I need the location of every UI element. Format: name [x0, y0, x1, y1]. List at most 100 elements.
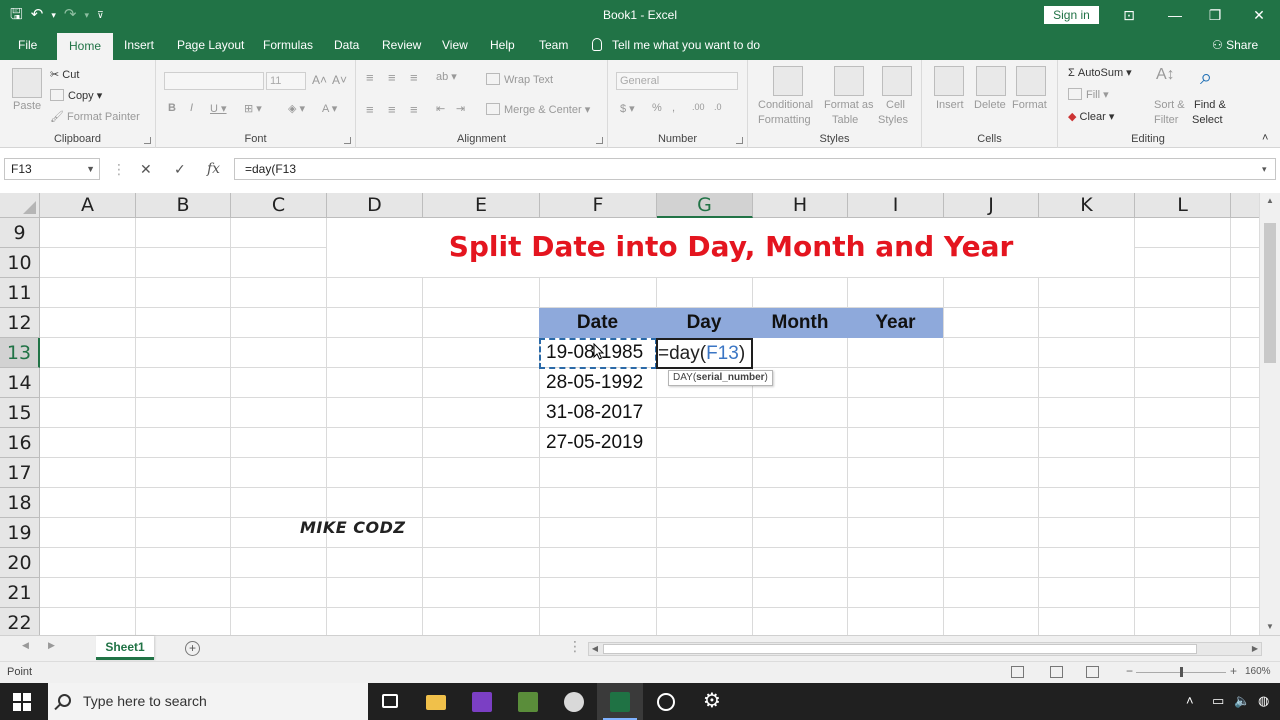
insert-cells-button[interactable]: Insert [936, 99, 964, 111]
customize-qat-icon[interactable]: ⊽ [97, 4, 104, 26]
shrink-font-icon[interactable]: A˅ [332, 73, 347, 87]
paint-app-icon[interactable] [551, 683, 597, 720]
row-header[interactable]: 17 [0, 458, 40, 488]
middle-align-icon[interactable]: ≡ [388, 70, 396, 85]
prev-sheet-icon[interactable]: ◀ [22, 640, 29, 651]
redo-dropdown-icon[interactable]: ▾ [84, 4, 89, 26]
sign-in-button[interactable]: Sign in [1044, 6, 1099, 24]
undo-dropdown-icon[interactable]: ▾ [51, 4, 56, 26]
format-cells-icon[interactable] [1016, 66, 1046, 96]
scroll-right-icon[interactable]: ▶ [1249, 643, 1261, 655]
sort-filter-icon[interactable]: A↕ [1156, 66, 1175, 84]
worksheet-grid[interactable]: A B C D E F G H I J K L 9 10 11 12 13 14… [0, 193, 1259, 635]
tab-review[interactable]: Review [382, 31, 421, 60]
undo-icon[interactable]: ↶ [31, 4, 44, 26]
tab-help[interactable]: Help [490, 31, 515, 60]
clipboard-launcher-icon[interactable] [144, 137, 151, 144]
column-header[interactable]: A [40, 193, 136, 218]
row-header[interactable]: 14 [0, 368, 40, 398]
file-explorer-icon[interactable] [413, 683, 459, 720]
row-header[interactable]: 22 [0, 608, 40, 635]
tab-home[interactable]: Home [57, 33, 114, 60]
next-sheet-icon[interactable]: ▶ [48, 640, 55, 651]
column-header[interactable]: E [423, 193, 540, 218]
zoom-slider-knob[interactable] [1180, 667, 1183, 677]
row-header[interactable]: 12 [0, 308, 40, 338]
percent-style-icon[interactable]: % [652, 102, 662, 114]
column-header[interactable]: I [848, 193, 944, 218]
conditional-formatting-icon[interactable] [773, 66, 803, 96]
tab-insert[interactable]: Insert [124, 31, 154, 60]
font-name-combo[interactable] [164, 72, 264, 90]
magnifier-icon[interactable]: ⌕ [1200, 64, 1212, 90]
merge-center-button[interactable]: Merge & Center ▾ [486, 103, 590, 116]
borders-icon[interactable]: ⊞ ▾ [244, 102, 262, 115]
select-all-button[interactable] [0, 193, 40, 218]
conditional-formatting-button[interactable]: Conditional [758, 99, 813, 111]
paste-icon[interactable] [12, 68, 42, 98]
decrease-decimal-icon[interactable]: .0 [714, 102, 722, 112]
find-select-button[interactable]: Find & [1194, 99, 1226, 111]
page-layout-view-icon[interactable] [1050, 666, 1063, 678]
tab-file[interactable]: File [18, 31, 37, 60]
row-header[interactable]: 20 [0, 548, 40, 578]
format-as-table-button[interactable]: Format as [824, 99, 874, 111]
format-as-table-icon[interactable] [834, 66, 864, 96]
name-box-dropdown-icon[interactable]: ▼ [86, 159, 95, 179]
enter-entry-icon[interactable]: ✓ [174, 158, 186, 180]
row-header[interactable]: 18 [0, 488, 40, 518]
column-header[interactable]: K [1039, 193, 1135, 218]
save-icon[interactable]: 🖫 [10, 4, 23, 26]
row-header[interactable]: 15 [0, 398, 40, 428]
row-header[interactable]: 10 [0, 248, 40, 278]
function-tooltip[interactable]: DAY(serial_number) [668, 370, 773, 386]
clear-button[interactable]: ◆ Clear ▾ [1068, 110, 1114, 123]
autosum-button[interactable]: Σ AutoSum ▾ [1068, 66, 1132, 79]
insert-function-icon[interactable]: fx [207, 158, 220, 180]
zoom-level[interactable]: 160% [1245, 666, 1271, 677]
orientation-icon[interactable]: ab ▾ [436, 70, 457, 83]
delete-cells-icon[interactable] [976, 66, 1006, 96]
settings-gear-icon[interactable]: ⚙ [689, 683, 735, 720]
column-header[interactable]: C [231, 193, 327, 218]
header-year[interactable]: Year [848, 308, 943, 338]
excel-taskbar-icon[interactable] [597, 683, 643, 720]
fill-color-icon[interactable]: ◈ ▾ [288, 102, 305, 115]
header-day[interactable]: Day [656, 308, 752, 338]
tab-team[interactable]: Team [539, 31, 568, 60]
number-format-combo[interactable]: General [616, 72, 738, 90]
increase-decimal-icon[interactable]: .00 [692, 102, 705, 112]
accounting-format-icon[interactable]: $ ▾ [620, 102, 635, 115]
insert-cells-icon[interactable] [934, 66, 964, 96]
cut-button[interactable]: ✂ Cut [50, 68, 79, 81]
header-month[interactable]: Month [752, 308, 848, 338]
task-view-icon[interactable] [367, 683, 413, 720]
minimize-icon[interactable]: — [1160, 4, 1190, 26]
close-icon[interactable]: ✕ [1244, 4, 1274, 26]
tab-page-layout[interactable]: Page Layout [177, 31, 244, 60]
formula-input[interactable]: =day(F13 [234, 158, 1276, 180]
row-header[interactable]: 19 [0, 518, 40, 548]
volume-icon[interactable]: 🔈 [1234, 693, 1250, 709]
taskbar-search[interactable]: Type here to search [48, 683, 368, 720]
date-cell[interactable]: 31-08-2017 [546, 398, 643, 428]
sort-filter-button[interactable]: Sort & [1154, 99, 1185, 111]
tab-formulas[interactable]: Formulas [263, 31, 313, 60]
share-button[interactable]: ⚇ Share [1212, 31, 1258, 60]
font-size-combo[interactable]: 11 [266, 72, 306, 90]
comma-style-icon[interactable]: , [672, 102, 675, 114]
cell-editor[interactable]: =day(F13) [656, 338, 753, 369]
row-header-selected[interactable]: 13 [0, 338, 40, 368]
align-center-icon[interactable]: ≡ [388, 102, 396, 117]
windows-start-icon[interactable] [13, 693, 31, 711]
format-painter-button[interactable]: 🖌 Format Painter [50, 110, 140, 123]
tab-view[interactable]: View [442, 31, 468, 60]
column-header[interactable]: F [540, 193, 657, 218]
wrap-text-button[interactable]: Wrap Text [486, 73, 553, 86]
font-color-icon[interactable]: A ▾ [322, 102, 337, 115]
visual-studio-icon[interactable] [459, 683, 505, 720]
battery-icon[interactable]: ▭ [1212, 693, 1224, 709]
column-header[interactable]: H [753, 193, 848, 218]
page-break-view-icon[interactable] [1086, 666, 1099, 678]
delete-cells-button[interactable]: Delete [974, 99, 1006, 111]
